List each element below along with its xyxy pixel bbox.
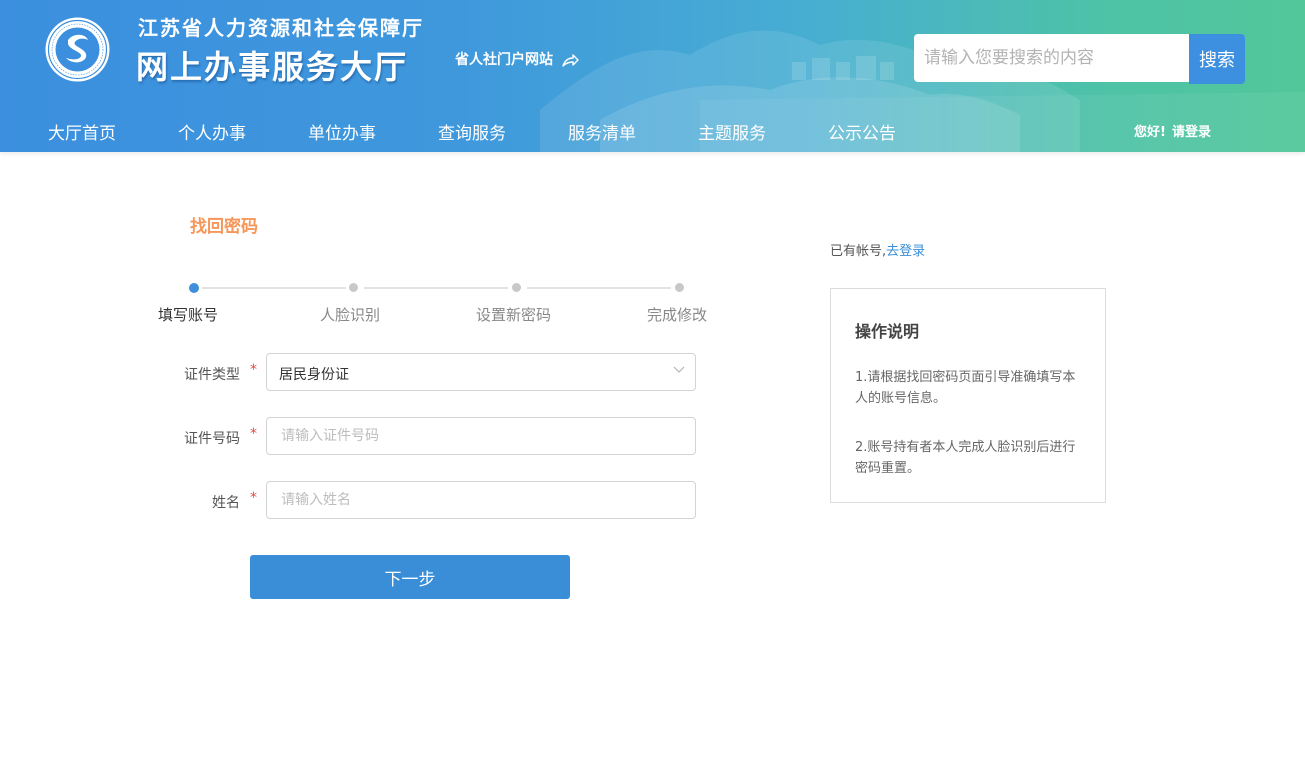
logo-icon — [45, 17, 110, 82]
page-title: 找回密码 — [190, 217, 258, 237]
nav-item-company[interactable]: 单位办事 — [308, 119, 376, 144]
id-type-label: 证件类型 — [184, 367, 240, 383]
step-dot-active — [189, 283, 199, 293]
step-connector — [527, 287, 671, 289]
have-account-text: 已有帐号, — [830, 244, 887, 259]
search-button[interactable]: 搜索 — [1189, 34, 1245, 84]
chevron-down-icon — [673, 366, 685, 373]
nav-item-home[interactable]: 大厅首页 — [48, 119, 116, 144]
help-item: 1.请根据找回密码页面引导准确填写本人的账号信息。 — [855, 370, 1076, 406]
form-row-id-number: 证件号码 * — [150, 417, 710, 457]
portal-link[interactable]: 省人社门户网站 — [455, 49, 579, 69]
nav-item-notice[interactable]: 公示公告 — [828, 119, 896, 144]
name-input[interactable] — [266, 481, 696, 519]
step-connector — [202, 287, 346, 289]
help-panel: 操作说明 1.请根据找回密码页面引导准确填写本人的账号信息。 2.账号持有者本人… — [830, 288, 1106, 503]
id-type-select[interactable]: 居民身份证 — [266, 353, 696, 391]
required-mark: * — [250, 426, 257, 442]
required-mark: * — [250, 490, 257, 506]
step-dot — [675, 283, 684, 292]
step-dot — [512, 283, 521, 292]
user-greeting: 您好! 请登录 — [1134, 121, 1211, 140]
step-label-fill-account: 填写账号 — [158, 306, 219, 324]
id-number-label: 证件号码 — [184, 431, 240, 447]
site-header: 江苏省人力资源和社会保障厅 网上办事服务大厅 省人社门户网站 搜索 大厅首页 个… — [0, 0, 1305, 152]
help-title: 操作说明 — [855, 322, 920, 341]
progress-steps: 填写账号 人脸识别 设置新密码 完成修改 — [150, 280, 730, 330]
nav-item-theme[interactable]: 主题服务 — [698, 119, 766, 144]
required-mark: * — [250, 362, 257, 378]
share-arrow-icon — [562, 54, 579, 67]
form-row-name: 姓名 * — [150, 481, 710, 521]
nav-item-query[interactable]: 查询服务 — [438, 119, 506, 144]
org-name: 江苏省人力资源和社会保障厅 — [138, 16, 424, 40]
search-input[interactable] — [914, 34, 1190, 82]
greeting-text: 您好! — [1134, 125, 1166, 140]
form-row-id-type: 证件类型 * 居民身份证 — [150, 353, 710, 393]
help-item: 2.账号持有者本人完成人脸识别后进行密码重置。 — [855, 440, 1076, 476]
nav-item-service-list[interactable]: 服务清单 — [568, 119, 636, 144]
site-name: 网上办事服务大厅 — [136, 48, 409, 86]
portal-link-label: 省人社门户网站 — [455, 52, 553, 68]
next-step-button[interactable]: 下一步 — [250, 555, 570, 599]
login-link[interactable]: 请登录 — [1172, 125, 1211, 140]
go-login-link[interactable]: 去登录 — [886, 244, 925, 259]
main-nav: 大厅首页 个人办事 单位办事 查询服务 服务清单 主题服务 公示公告 — [0, 113, 1305, 152]
step-connector — [364, 287, 508, 289]
step-label-complete: 完成修改 — [647, 306, 708, 324]
step-label-new-password: 设置新密码 — [476, 306, 552, 324]
step-dot — [349, 283, 358, 292]
id-number-input[interactable] — [266, 417, 696, 455]
id-type-value: 居民身份证 — [279, 367, 349, 383]
nav-item-personal[interactable]: 个人办事 — [178, 119, 246, 144]
have-account-hint: 已有帐号,去登录 — [830, 240, 925, 259]
step-label-face-recognition: 人脸识别 — [320, 306, 381, 324]
name-label: 姓名 — [212, 495, 240, 511]
